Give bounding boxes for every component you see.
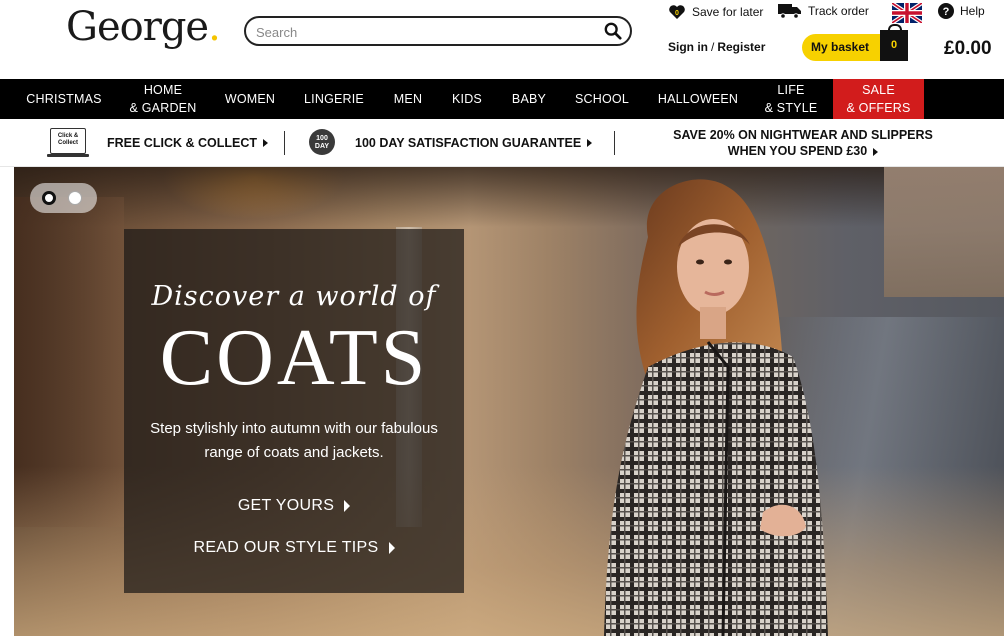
track-order-link[interactable]: Track order	[778, 3, 869, 19]
nav-kids[interactable]: KIDS	[444, 79, 490, 119]
hero-description: Step stylishly into autumn with our fabu…	[150, 420, 438, 461]
carousel-dot-1[interactable]	[42, 191, 56, 205]
click-collect-link[interactable]: FREE CLICK & COLLECT	[107, 119, 268, 167]
hero-banner[interactable]: Discover a world of COATS Step stylishly…	[14, 167, 1004, 636]
guarantee-link[interactable]: 100 DAY SATISFACTION GUARANTEE	[355, 119, 593, 167]
basket-count: 0	[890, 39, 898, 51]
save-for-later-label: Save for later	[692, 5, 764, 19]
nav-baby[interactable]: BABY	[504, 79, 554, 119]
divider	[614, 131, 615, 155]
arrow-right-icon	[873, 147, 879, 156]
nav-halloween[interactable]: HALLOWEEN	[650, 79, 746, 119]
help-icon: ?	[938, 3, 954, 19]
hero-script-heading: Discover a world of	[151, 281, 437, 312]
basket-bag-icon: 0	[880, 24, 908, 61]
arrow-right-icon	[388, 541, 395, 554]
account-links: Sign in / Register	[668, 40, 765, 54]
truck-icon	[778, 4, 801, 19]
track-order-label: Track order	[808, 4, 869, 18]
country-flag[interactable]	[892, 3, 928, 23]
george-logo[interactable]: George.	[66, 4, 221, 50]
sign-in-link[interactable]: Sign in	[668, 40, 708, 54]
hero-title: COATS	[159, 314, 429, 402]
nav-men[interactable]: MEN	[384, 79, 432, 119]
svg-text:?: ?	[943, 6, 950, 18]
model-in-coat-image	[604, 179, 828, 636]
nav-life-style[interactable]: LIFE & STYLE	[758, 79, 824, 119]
offer-line-1: SAVE 20% ON NIGHTWEAR AND SLIPPERS	[673, 128, 933, 142]
save-for-later-link[interactable]: 0 Save for later	[668, 3, 763, 21]
uk-flag-icon	[892, 3, 922, 23]
main-navigation: CHRISTMAS HOME & GARDEN WOMEN LINGERIE M…	[0, 79, 1004, 119]
basket-total: £0.00	[944, 38, 992, 59]
arrow-right-icon	[587, 139, 593, 147]
nav-women[interactable]: WOMEN	[216, 79, 284, 119]
nav-lingerie[interactable]: LINGERIE	[296, 79, 372, 119]
get-yours-label: GET YOURS	[237, 497, 335, 514]
carousel-dot-2[interactable]	[68, 191, 82, 205]
usp-bar: Click & Collect FREE CLICK & COLLECT 100…	[0, 119, 1004, 167]
site-header: George. 0 Save for later Track order	[0, 0, 1004, 79]
heart-icon: 0	[669, 5, 685, 19]
search-icon[interactable]	[604, 22, 622, 40]
register-link[interactable]: Register	[717, 40, 765, 54]
click-collect-label: FREE CLICK & COLLECT	[107, 136, 257, 150]
get-yours-link[interactable]: GET YOURS	[124, 497, 464, 515]
help-label: Help	[960, 4, 985, 18]
hero-bg-roof	[14, 167, 1004, 227]
carousel-indicators	[30, 183, 97, 213]
nav-sale-offers[interactable]: SALE & OFFERS	[833, 79, 924, 119]
search-input[interactable]	[256, 22, 586, 42]
nav-home-garden[interactable]: HOME & GARDEN	[120, 79, 206, 119]
account-separator: /	[711, 40, 715, 54]
hero-bg-building	[884, 167, 1004, 297]
svg-text:0: 0	[675, 10, 679, 17]
hundred-day-icon: 100 DAY	[309, 129, 335, 155]
search-bar	[244, 16, 632, 46]
arrow-right-icon	[263, 139, 268, 147]
style-tips-link[interactable]: READ OUR STYLE TIPS	[124, 539, 464, 557]
guarantee-label: 100 DAY SATISFACTION GUARANTEE	[355, 136, 582, 150]
help-link[interactable]: ? Help	[938, 3, 985, 19]
hero-text-panel: Discover a world of COATS Step stylishly…	[124, 229, 464, 593]
style-tips-label: READ OUR STYLE TIPS	[193, 539, 379, 556]
offer-link[interactable]: SAVE 20% ON NIGHTWEAR AND SLIPPERS WHEN …	[640, 127, 966, 159]
divider	[284, 131, 285, 155]
nav-christmas[interactable]: CHRISTMAS	[18, 79, 110, 119]
offer-line-2: WHEN YOU SPEND £30	[727, 144, 868, 158]
click-collect-icon: Click & Collect	[47, 128, 89, 157]
arrow-right-icon	[344, 499, 351, 512]
nav-school[interactable]: SCHOOL	[566, 79, 638, 119]
basket-button[interactable]: My basket 0	[802, 24, 908, 61]
basket-label: My basket	[811, 40, 870, 54]
